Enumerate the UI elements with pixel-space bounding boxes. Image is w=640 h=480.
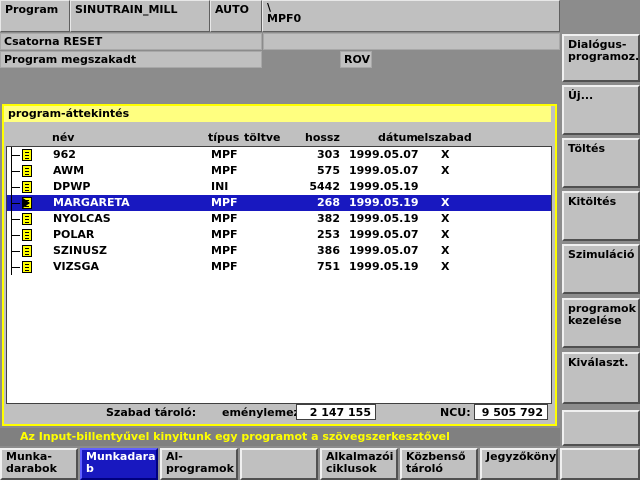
vertical-softkey-6[interactable]: programok kezelése <box>562 298 640 348</box>
horizontal-softkey-1[interactable]: Munka- darabok <box>0 448 78 480</box>
horizontal-softkey-8[interactable] <box>560 448 640 480</box>
col-date: dátum <box>378 131 418 144</box>
program-length: 5442 <box>309 180 340 193</box>
program-name: 962 <box>53 148 76 161</box>
program-row[interactable]: MARGARETA MPF 268 1999.05.19 X <box>7 195 551 211</box>
program-file-icon <box>22 165 32 177</box>
rov-indicator: ROV <box>340 51 372 68</box>
program-date: 1999.05.07 <box>349 148 419 161</box>
program-row[interactable]: POLAR MPF 253 1999.05.07 X <box>7 227 551 243</box>
program-file-icon <box>22 261 32 273</box>
channel-state-blank <box>263 33 560 50</box>
program-row[interactable]: SZINUSZ MPF 386 1999.05.07 X <box>7 243 551 259</box>
channel-state: Csatorna RESET <box>0 33 262 50</box>
program-length: 268 <box>317 196 340 209</box>
program-type: MPF <box>211 260 238 273</box>
program-date: 1999.05.19 <box>349 196 419 209</box>
program-enabled: X <box>441 244 450 257</box>
vertical-softkey-8[interactable] <box>562 410 640 446</box>
program-length: 751 <box>317 260 340 273</box>
free-memory-label: Szabad tároló: <box>106 406 197 419</box>
request-label: eménylemez: <box>222 406 305 419</box>
horizontal-softkey-5[interactable]: Alkalmazói ciklusok <box>320 448 398 480</box>
program-length: 386 <box>317 244 340 257</box>
program-row[interactable]: NYOLCAS MPF 382 1999.05.19 X <box>7 211 551 227</box>
vertical-softkey-3[interactable]: Töltés <box>562 138 640 188</box>
program-name: VIZSGA <box>53 260 100 273</box>
program-type: MPF <box>211 228 238 241</box>
program-date: 1999.05.19 <box>349 180 419 193</box>
program-file-icon <box>22 149 32 161</box>
program-path: \ MPF0 <box>262 0 560 32</box>
program-type: MPF <box>211 212 238 225</box>
vertical-softkey-7[interactable]: Kiválaszt. <box>562 352 640 404</box>
program-list[interactable]: 962 MPF 303 1999.05.07 X AWM MPF 575 1999.05.07 X… <box>6 146 552 404</box>
ncu-label: NCU: <box>440 406 471 419</box>
program-file-icon <box>22 229 32 241</box>
machine-name: SINUTRAIN_MILL <box>70 0 210 32</box>
program-enabled: X <box>441 196 450 209</box>
horizontal-softkey-4[interactable] <box>240 448 318 480</box>
horizontal-softkey-2[interactable]: Munkadara b <box>80 448 158 480</box>
horizontal-softkey-6[interactable]: Közbenső tároló <box>400 448 478 480</box>
program-date: 1999.05.19 <box>349 260 419 273</box>
program-enabled: X <box>441 228 450 241</box>
program-type: MPF <box>211 148 238 161</box>
col-length: hossz <box>305 131 340 144</box>
program-length: 575 <box>317 164 340 177</box>
message-line: Az Input-billentyűvel kinyitunk egy prog… <box>0 428 560 446</box>
horizontal-softkey-7[interactable]: Jegyzőköny <box>480 448 558 480</box>
col-name: név <box>52 131 75 144</box>
program-date: 1999.05.19 <box>349 212 419 225</box>
program-row[interactable]: 962 MPF 303 1999.05.07 X <box>7 147 551 163</box>
mode-indicator: AUTO <box>210 0 262 32</box>
program-length: 303 <box>317 148 340 161</box>
program-name: NYOLCAS <box>53 212 111 225</box>
program-file-icon <box>22 181 32 193</box>
program-path-name: MPF0 <box>267 12 302 25</box>
col-enabled: elszabad <box>417 131 472 144</box>
program-file-icon <box>22 245 32 257</box>
program-name: AWM <box>53 164 85 177</box>
vertical-softkey-5[interactable]: Szimuláció <box>562 244 640 294</box>
program-row[interactable]: DPWP INI 5442 1999.05.19 <box>7 179 551 195</box>
program-length: 382 <box>317 212 340 225</box>
program-enabled: X <box>441 212 450 225</box>
col-loaded: töltve <box>244 131 281 144</box>
col-type: típus <box>208 131 240 144</box>
program-type: MPF <box>211 164 238 177</box>
selected-arrow-icon <box>23 198 30 208</box>
program-enabled: X <box>441 164 450 177</box>
program-file-icon <box>22 213 32 225</box>
program-label: Program <box>0 0 70 32</box>
request-value: 2 147 155 <box>296 404 376 420</box>
program-name: POLAR <box>53 228 95 241</box>
program-type: MPF <box>211 196 238 209</box>
horizontal-softkey-3[interactable]: Al- programok <box>160 448 238 480</box>
program-enabled: X <box>441 260 450 273</box>
program-name: SZINUSZ <box>53 244 108 257</box>
panel-title: program-áttekintés <box>4 106 551 122</box>
ncu-value: 9 505 792 <box>474 404 548 420</box>
program-row[interactable]: AWM MPF 575 1999.05.07 X <box>7 163 551 179</box>
vertical-softkey-2[interactable]: Új... <box>562 85 640 135</box>
program-path-root: \ <box>267 1 272 14</box>
program-type: MPF <box>211 244 238 257</box>
program-name: DPWP <box>53 180 91 193</box>
program-state: Program megszakadt <box>0 51 262 68</box>
program-name: MARGARETA <box>53 196 130 209</box>
program-date: 1999.05.07 <box>349 228 419 241</box>
program-date: 1999.05.07 <box>349 164 419 177</box>
program-date: 1999.05.07 <box>349 244 419 257</box>
program-type: INI <box>211 180 229 193</box>
program-length: 253 <box>317 228 340 241</box>
vertical-softkey-4[interactable]: Kitöltés <box>562 191 640 241</box>
program-enabled: X <box>441 148 450 161</box>
program-row[interactable]: VIZSGA MPF 751 1999.05.19 X <box>7 259 551 275</box>
vertical-softkey-1[interactable]: Dialógus- programoz. <box>562 34 640 82</box>
